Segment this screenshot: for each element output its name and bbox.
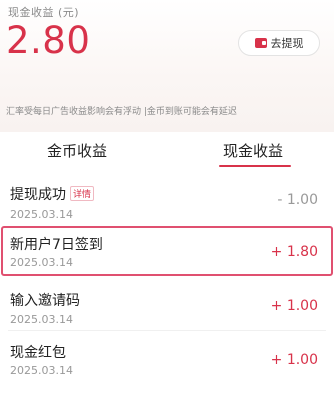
highlight-box xyxy=(1,226,333,276)
tab-bar: 金币收益 现金收益 xyxy=(0,132,334,172)
divider xyxy=(8,330,326,331)
wallet-icon xyxy=(254,38,267,48)
cash-earnings-title: 现金收益 (元) xyxy=(8,6,80,19)
record-date: 2025.03.14 xyxy=(10,208,73,221)
list-item[interactable]: 提现成功 详情 2025.03.14 - 1.00 xyxy=(0,172,334,230)
record-amount: + 1.00 xyxy=(270,352,318,368)
record-date: 2025.03.14 xyxy=(10,313,73,326)
exchange-rate-notice: 汇率受每日广告收益影响会有浮动 |金币到账可能会有延迟 xyxy=(6,107,237,117)
record-date: 2025.03.14 xyxy=(10,364,73,377)
tab-cash-earnings[interactable]: 现金收益 xyxy=(223,140,283,161)
list-item[interactable]: 现金红包 2025.03.14 + 1.00 xyxy=(0,338,334,396)
withdraw-button[interactable]: 去提现 xyxy=(238,30,320,56)
withdraw-button-label: 去提现 xyxy=(270,37,304,50)
record-amount: - 1.00 xyxy=(277,192,318,208)
tab-coin-earnings[interactable]: 金币收益 xyxy=(47,140,107,161)
list-item[interactable]: 输入邀请码 2025.03.14 + 1.00 xyxy=(0,284,334,342)
detail-tag[interactable]: 详情 xyxy=(70,186,95,201)
active-tab-indicator xyxy=(219,165,291,167)
record-title: 提现成功 详情 xyxy=(10,184,95,204)
cash-amount: 2.80 xyxy=(6,19,91,62)
record-title: 输入邀请码 xyxy=(10,293,80,309)
header-area: 现金收益 (元) 2.80 去提现 汇率受每日广告收益影响会有浮动 |金币到账可… xyxy=(0,0,334,132)
record-title: 现金红包 xyxy=(10,345,66,361)
record-amount: + 1.00 xyxy=(270,298,318,314)
